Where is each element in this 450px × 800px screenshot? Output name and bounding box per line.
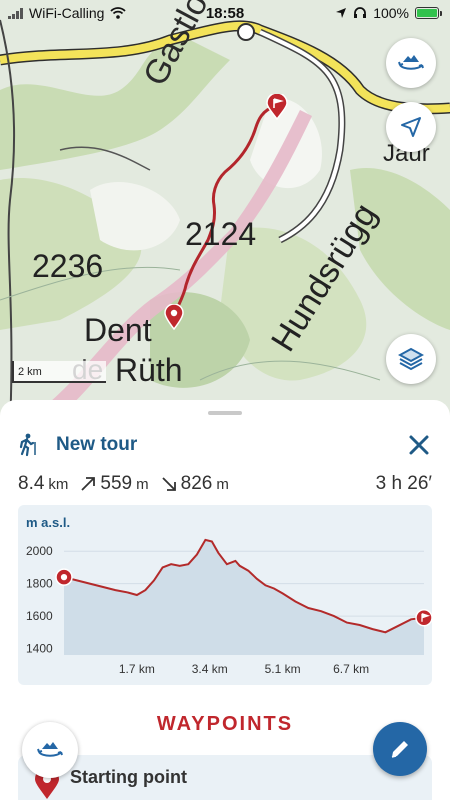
map-label-ruth: Rüth xyxy=(115,352,183,388)
ascent-arrow-icon xyxy=(81,477,96,491)
pencil-icon xyxy=(391,741,408,758)
locate-me-button[interactable] xyxy=(386,102,436,152)
status-bar: WiFi-Calling 18:58 100% xyxy=(0,0,450,26)
descent-value: 826 xyxy=(180,473,213,494)
chart-ylabel: m a.s.l. xyxy=(26,515,71,530)
tour-bottom-sheet[interactable]: New tour 8.4 km 559 m 826 m 3 h 26′ m a.… xyxy=(0,400,450,800)
y-tick-label: 2000 xyxy=(26,544,53,558)
x-tick-label: 1.7 km xyxy=(119,662,155,676)
map-label-elev-2124: 2124 xyxy=(185,216,257,252)
y-tick-label: 1600 xyxy=(26,609,53,623)
x-tick-label: 6.7 km xyxy=(333,662,369,676)
y-tick-label: 1400 xyxy=(26,642,53,656)
location-arrow-icon xyxy=(401,117,421,137)
elevation-area xyxy=(64,539,424,655)
location-services-icon xyxy=(336,8,347,18)
map-3d-rotate-fab[interactable] xyxy=(22,722,78,778)
start-marker-icon[interactable] xyxy=(55,568,73,586)
sheet-grabber[interactable] xyxy=(208,411,242,415)
battery-icon xyxy=(415,7,442,19)
x-tick-label: 3.4 km xyxy=(192,662,228,676)
descent-unit: m xyxy=(216,475,229,493)
tour-stats: 8.4 km 559 m 826 m 3 h 26′ xyxy=(18,472,432,496)
map-3d-rotate-button[interactable] xyxy=(386,38,436,88)
y-tick-label: 1800 xyxy=(26,577,53,591)
duration-value: 3 h 26′ xyxy=(375,473,432,494)
carrier-name: WiFi-Calling xyxy=(29,5,105,21)
tour-title[interactable]: New tour xyxy=(56,434,137,456)
tour-header: New tour xyxy=(18,430,432,460)
cell-signal-icon xyxy=(8,7,23,19)
end-flag-marker-icon[interactable] xyxy=(415,608,432,627)
mountain-rotate-icon xyxy=(398,55,424,70)
elevation-profile-svg: 2000 1800 1600 1400 1.7 km 3.4 km 5.1 km 6.7 km xyxy=(26,538,432,676)
headphones-icon xyxy=(354,7,367,18)
elevation-profile-chart[interactable]: m a.s.l. 2000 1800 1600 1400 1.7 km 3.4 km 5.1… xyxy=(18,505,432,685)
close-icon[interactable] xyxy=(406,432,432,458)
distance-value: 8.4 xyxy=(18,473,45,494)
ascent-value: 559 xyxy=(100,473,133,494)
waypoint-card-start[interactable]: Starting point xyxy=(18,755,432,800)
battery-percent: 100% xyxy=(373,5,409,21)
edit-tour-button[interactable] xyxy=(373,722,427,776)
map-layers-button[interactable] xyxy=(386,334,436,384)
x-tick-label: 5.1 km xyxy=(265,662,301,676)
start-pin-marker-icon[interactable] xyxy=(164,304,184,330)
map-label-elev-2236: 2236 xyxy=(32,248,104,284)
hiker-icon xyxy=(19,433,36,457)
distance-unit: km xyxy=(48,475,69,493)
end-flag-marker-icon[interactable] xyxy=(266,94,288,120)
layers-icon xyxy=(398,347,424,371)
ascent-unit: m xyxy=(136,475,149,493)
waypoint-label: Starting point xyxy=(70,767,187,787)
map-scale: 2 km xyxy=(12,361,106,383)
mountain-rotate-icon xyxy=(37,742,63,757)
map-label-dent: Dent xyxy=(84,312,152,348)
status-time: 18:58 xyxy=(205,4,245,22)
wifi-icon xyxy=(110,7,127,19)
descent-arrow-icon xyxy=(161,477,176,491)
map-view[interactable]: Gastlosen 2124 2236 Hundsrügg Dent Rüth … xyxy=(0,0,450,430)
